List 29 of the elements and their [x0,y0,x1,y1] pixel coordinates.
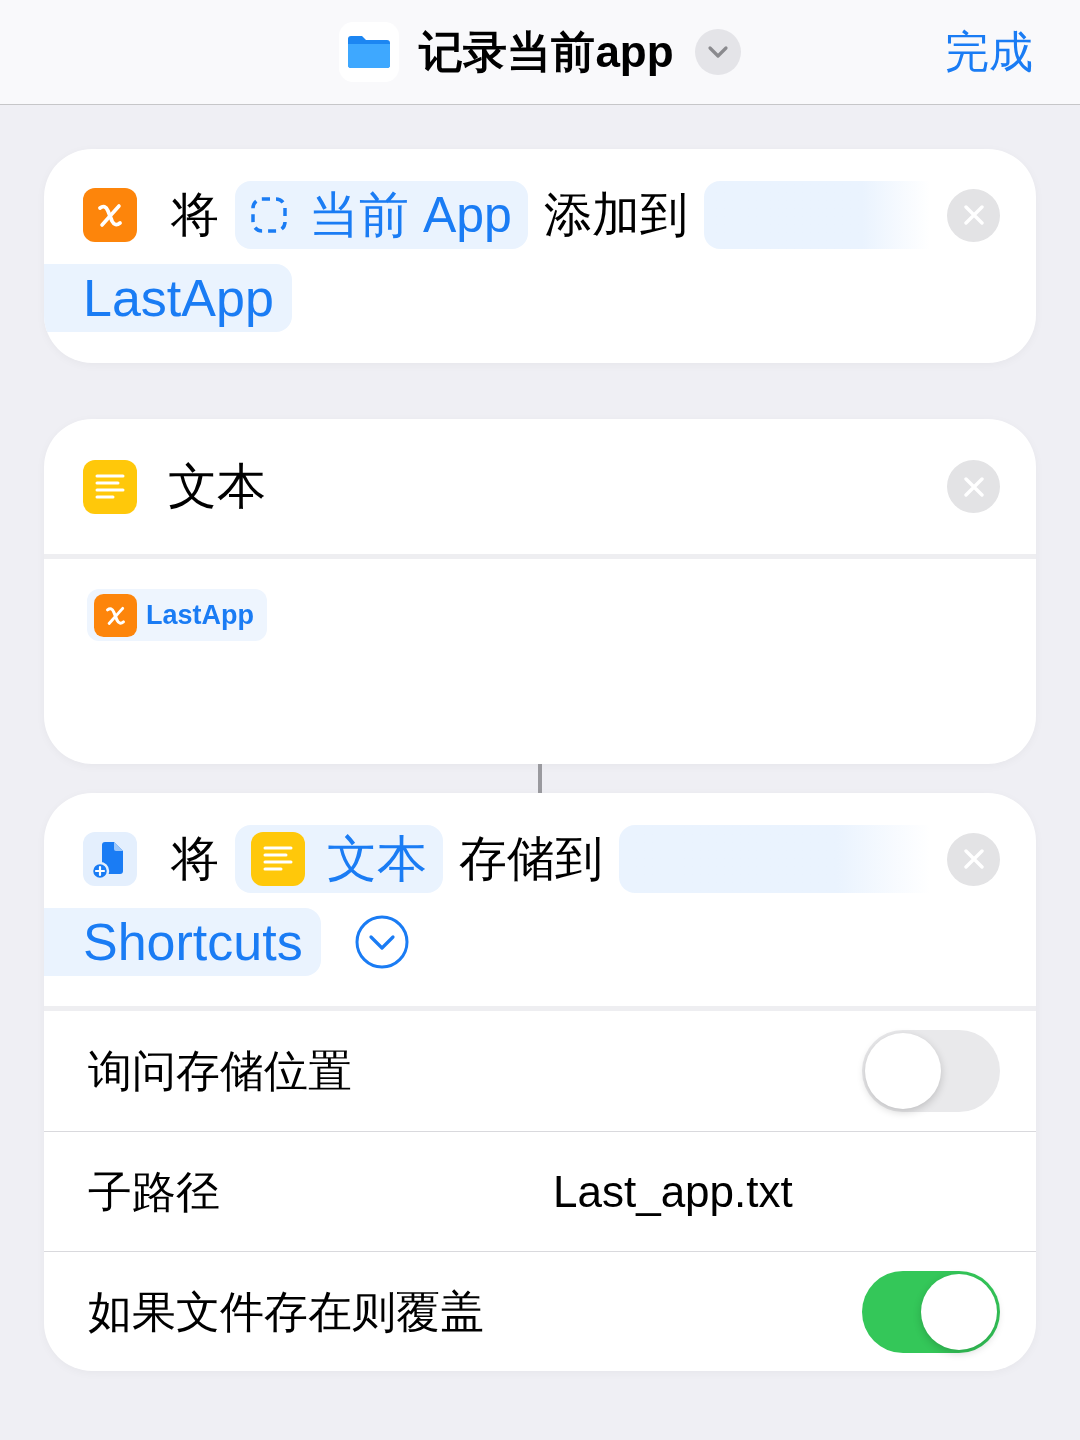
input-token[interactable]: 文本 [235,825,443,893]
action-text: 将 [171,191,219,239]
done-button[interactable]: 完成 [945,30,1033,74]
option-label: 子路径 [88,1169,220,1214]
chevron-down-icon[interactable] [694,29,741,75]
option-label: 询问存储位置 [88,1049,352,1093]
dashed-square-icon [251,197,287,233]
close-icon [963,476,984,497]
action-title: 文本 [168,462,266,511]
subpath-value[interactable]: Last_app.txt [553,1169,793,1214]
folder-token[interactable]: Shortcuts [44,908,321,976]
folder-icon[interactable] [339,22,400,82]
action-text: 存储到 [459,835,603,883]
shortcut-title: 记录当前app [419,30,674,74]
variable-token[interactable]: LastApp [87,589,267,641]
close-icon [963,849,984,869]
document-plus-icon [83,832,137,886]
variable-icon [94,593,137,637]
text-input-area[interactable]: LastApp [44,554,1036,764]
variable-token[interactable]: LastApp [44,264,292,332]
text-lines-icon [83,459,137,514]
input-token[interactable]: 当前 App [235,181,528,249]
chevron-down-circle-icon[interactable] [354,915,409,969]
action-text: 将 [171,835,219,883]
variable-icon [83,188,137,242]
option-label: 如果文件存在则覆盖 [88,1289,484,1334]
action-text: 添加到 [543,191,688,239]
text-lines-icon [251,832,305,886]
close-icon [963,205,984,225]
